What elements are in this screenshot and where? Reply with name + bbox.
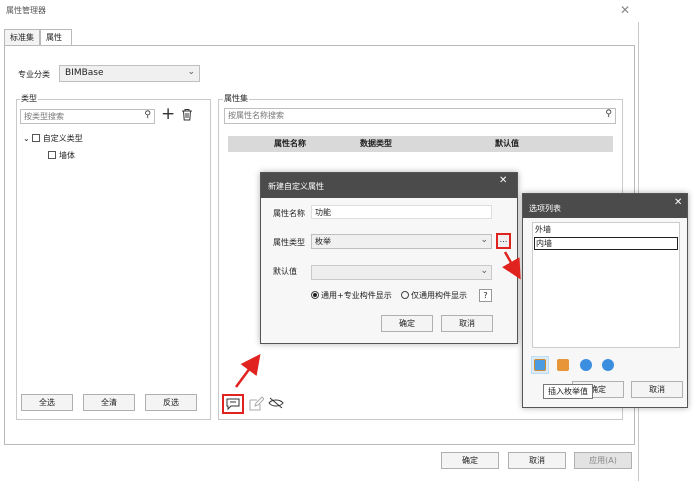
arrow-to-option-list [502, 251, 521, 280]
annotation-arrows [234, 251, 521, 388]
arrow-to-dialog [234, 353, 261, 388]
